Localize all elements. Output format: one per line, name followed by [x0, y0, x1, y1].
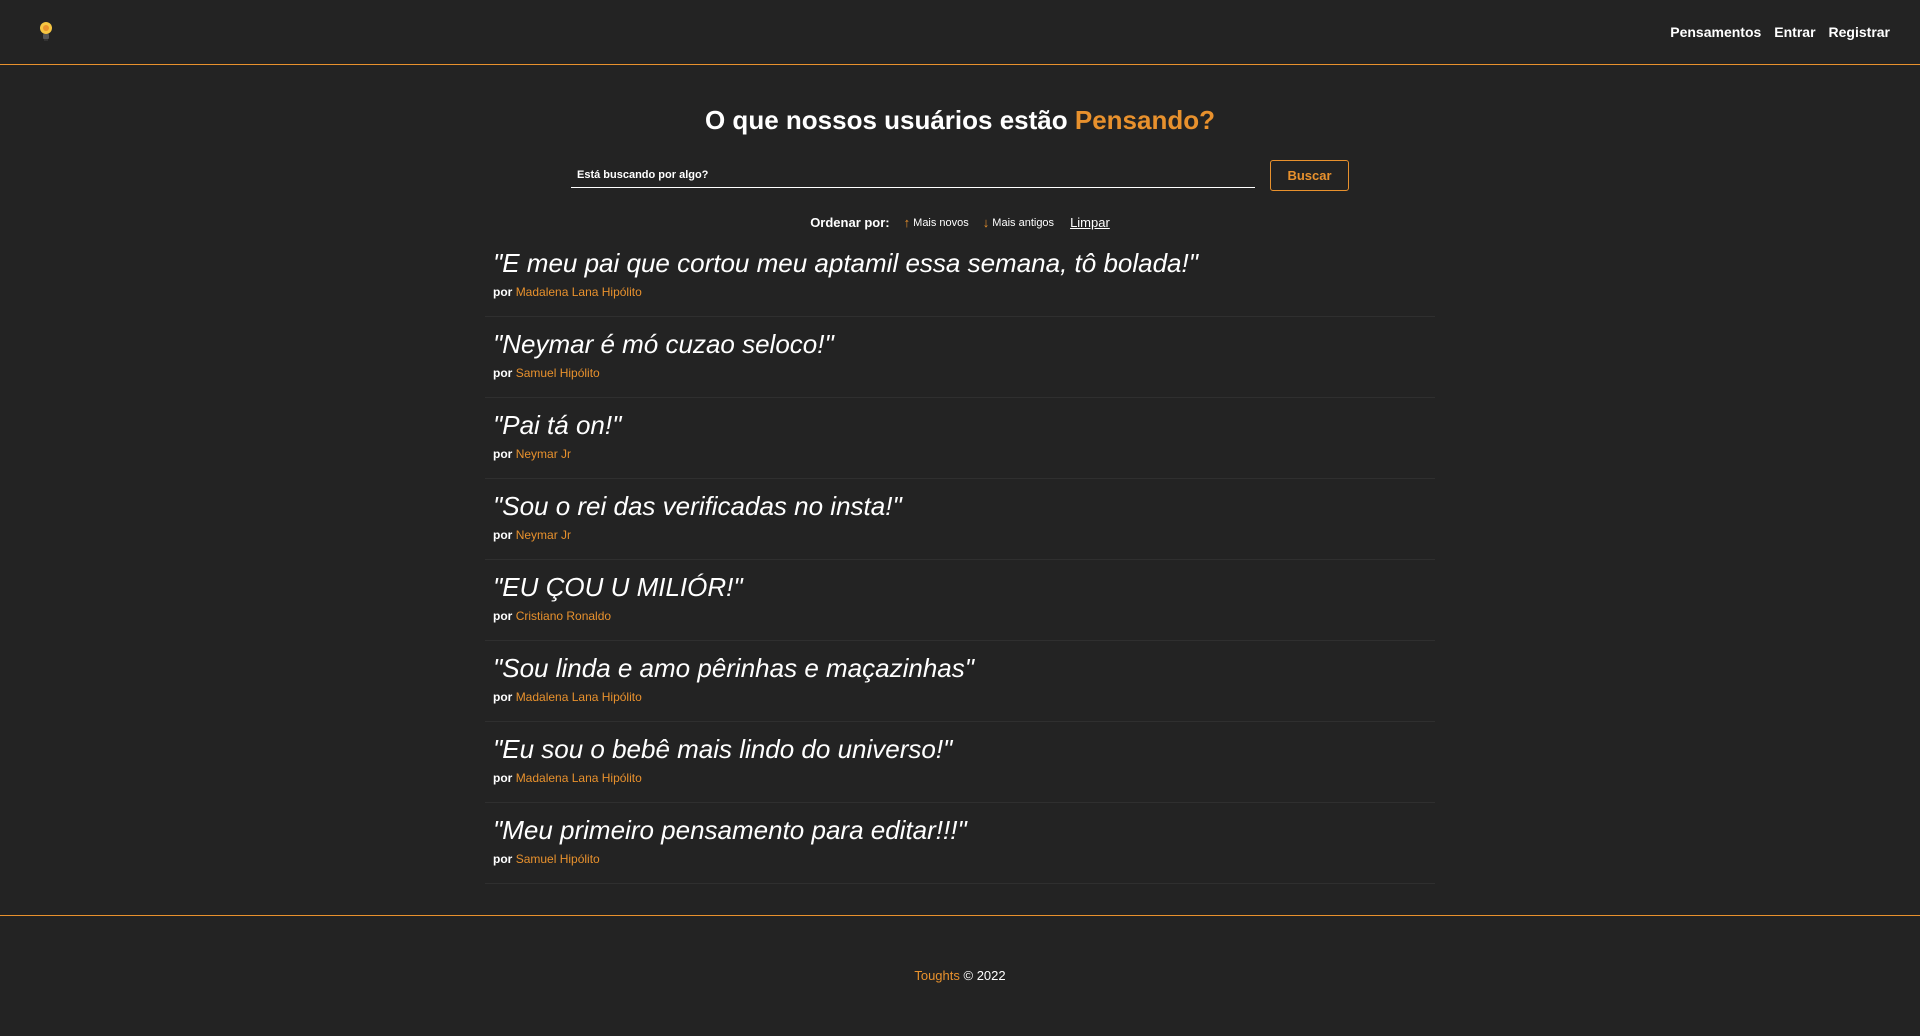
order-newest-label: Mais novos	[913, 216, 969, 229]
lightbulb-logo-icon[interactable]	[38, 20, 54, 44]
thought-item: "Meu primeiro pensamento para editar!!!"…	[485, 803, 1435, 885]
thought-item: "Pai tá on!" por Neymar Jr	[485, 398, 1435, 480]
thought-by: por	[493, 690, 513, 705]
thoughts-list: "E meu pai que cortou meu aptamil essa s…	[485, 236, 1435, 885]
thought-by: por	[493, 528, 513, 543]
order-label: Ordenar por:	[810, 215, 890, 231]
arrow-up-icon: ↑	[903, 215, 911, 231]
thought-author: por Madalena Lana Hipólito	[493, 690, 1427, 704]
thought-author-name: Samuel Hipólito	[515, 852, 600, 867]
thought-text: "Sou o rei das verificadas no insta!"	[493, 491, 902, 522]
order-oldest-label: Mais antigos	[992, 216, 1055, 229]
thought-item: "Sou linda e amo pêrinhas e maçazinhas" …	[485, 641, 1435, 723]
thought-author: por Samuel Hipólito	[493, 366, 1427, 380]
thought-author-name: Neymar Jr	[515, 447, 572, 462]
thought-text: "EU ÇOU U MILIÓR!"	[493, 572, 743, 603]
order-newest-link[interactable]: ↑ Mais novos	[904, 215, 969, 230]
thought-text: "Meu primeiro pensamento para editar!!!"	[493, 815, 967, 846]
thought-by: por	[493, 447, 513, 462]
order-oldest-link[interactable]: ↓ Mais antigos	[983, 215, 1054, 230]
clear-order-link[interactable]: Limpar	[1070, 215, 1110, 230]
thought-text: "E meu pai que cortou meu aptamil essa s…	[493, 248, 1198, 279]
thought-author: por Madalena Lana Hipólito	[493, 771, 1427, 785]
search-button[interactable]: Buscar	[1270, 160, 1349, 192]
thought-item: "EU ÇOU U MILIÓR!" por Cristiano Ronaldo	[485, 560, 1435, 642]
thought-item: "Sou o rei das verificadas no insta!" po…	[485, 479, 1435, 561]
nav-link-entrar[interactable]: Entrar	[1774, 24, 1815, 40]
footer-text: Toughts © 2022	[914, 968, 1005, 1036]
nav-link-pensamentos[interactable]: Pensamentos	[1670, 24, 1761, 40]
thought-author: por Samuel Hipólito	[493, 852, 1427, 866]
thought-author-name: Madalena Lana Hipólito	[515, 690, 642, 705]
thought-by: por	[493, 285, 513, 300]
thought-author: por Neymar Jr	[493, 528, 1427, 542]
footer-copyright: © 2022	[963, 968, 1006, 983]
search-input[interactable]	[571, 163, 1255, 189]
navbar: Pensamentos Entrar Registrar	[0, 0, 1920, 65]
thought-by: por	[493, 609, 513, 624]
arrow-down-icon: ↓	[982, 215, 990, 231]
thought-author-name: Madalena Lana Hipólito	[515, 285, 642, 300]
search-form: Buscar	[485, 160, 1435, 192]
thought-author: por Cristiano Ronaldo	[493, 609, 1427, 623]
main-content: O que nossos usuários estão Pensando? Bu…	[485, 65, 1435, 885]
thought-author-name: Neymar Jr	[515, 528, 572, 543]
nav-links: Pensamentos Entrar Registrar	[1670, 24, 1890, 40]
page-title-accent: Pensando?	[1074, 105, 1216, 135]
nav-link-registrar[interactable]: Registrar	[1829, 24, 1890, 40]
thought-item: "Neymar é mó cuzao seloco!" por Samuel H…	[485, 317, 1435, 399]
page-title: O que nossos usuários estão Pensando?	[485, 105, 1435, 136]
thought-author-name: Cristiano Ronaldo	[515, 609, 612, 624]
thought-author-name: Samuel Hipólito	[515, 366, 600, 381]
thought-text: "Neymar é mó cuzao seloco!"	[493, 329, 834, 360]
thought-by: por	[493, 771, 513, 786]
order-bar: Ordenar por: ↑ Mais novos ↓ Mais antigos…	[485, 215, 1435, 230]
thought-author: por Neymar Jr	[493, 447, 1427, 461]
page-title-main: O que nossos usuários estão	[704, 105, 1075, 135]
thought-author: por Madalena Lana Hipólito	[493, 285, 1427, 299]
footer-brand: Toughts	[914, 968, 960, 983]
thought-item: "Eu sou o bebê mais lindo do universo!" …	[485, 722, 1435, 804]
thought-text: "Pai tá on!"	[493, 410, 622, 441]
thought-text: "Sou linda e amo pêrinhas e maçazinhas"	[493, 653, 974, 684]
thought-text: "Eu sou o bebê mais lindo do universo!"	[493, 734, 953, 765]
thought-by: por	[493, 366, 513, 381]
thought-author-name: Madalena Lana Hipólito	[515, 771, 642, 786]
thought-by: por	[493, 852, 513, 867]
thought-item: "E meu pai que cortou meu aptamil essa s…	[485, 236, 1435, 318]
footer: Toughts © 2022	[0, 915, 1920, 1036]
